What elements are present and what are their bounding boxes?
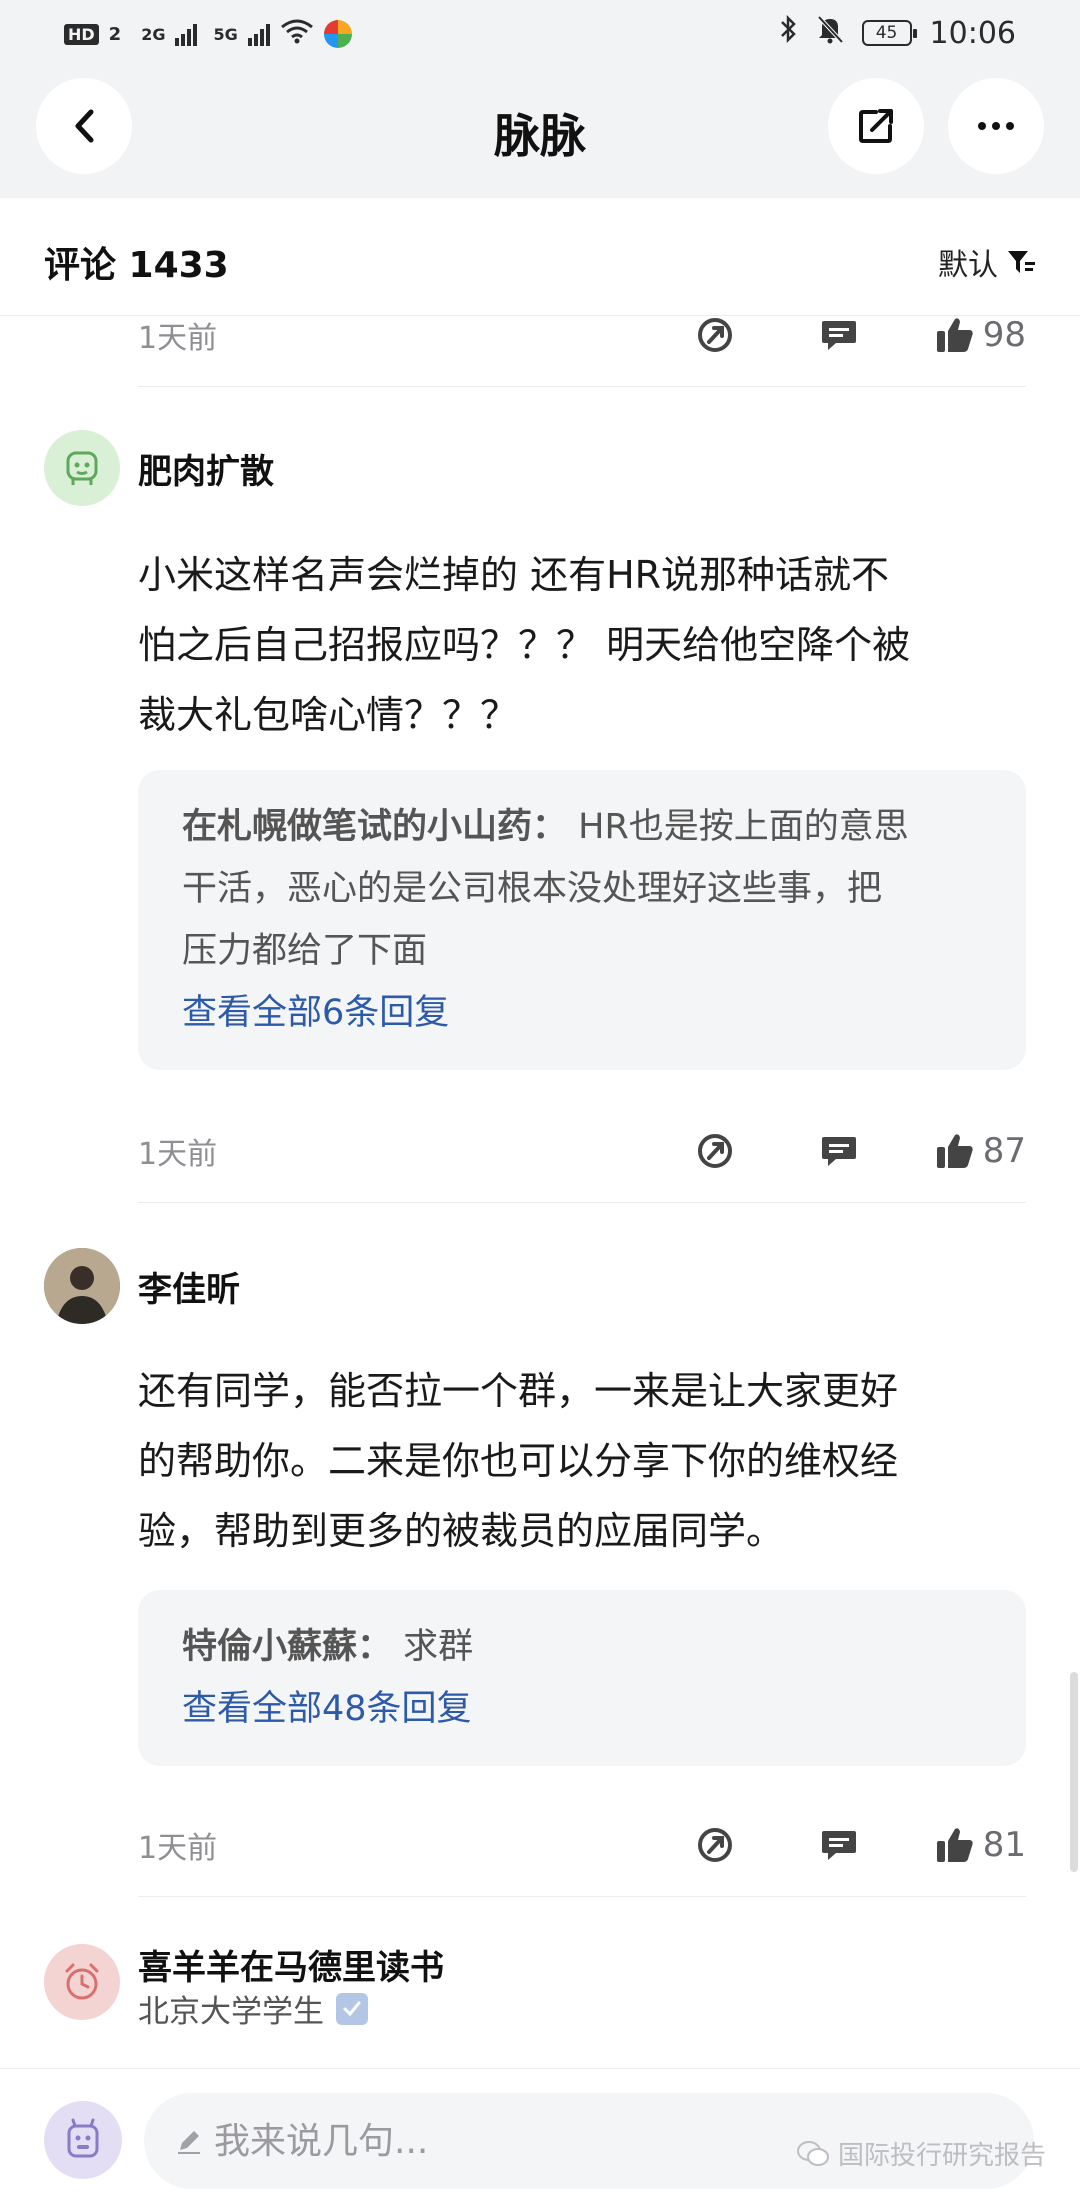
pencil-icon (178, 2131, 200, 2154)
reply-button[interactable] (817, 1823, 861, 1867)
status-bar: HD 2 2G 5G 45 10:06 (0, 0, 1080, 70)
author-affiliation: 北京大学学生 (138, 1994, 324, 2030)
reply-preview[interactable]: 在札幌做笔试的小山药： HR也是按上面的意思 干活，恶心的是公司根本没处理好这些… (138, 770, 1026, 1070)
avatar[interactable] (44, 1944, 120, 2020)
scrollbar[interactable] (1070, 1672, 1078, 1872)
signal-icon (175, 22, 198, 46)
reply-text: HR也是按上面的意思 (578, 807, 909, 847)
repost-icon (697, 1828, 732, 1862)
thumbs-up-icon (936, 1134, 973, 1168)
comment-bubble-icon (821, 321, 856, 350)
filter-icon (1008, 251, 1035, 273)
reply-button[interactable] (817, 313, 861, 357)
author-subtitle: 北京大学学生 (138, 1986, 368, 2031)
wifi-icon (280, 18, 314, 50)
sim-badge: 2 (108, 23, 122, 45)
repost-icon (697, 318, 732, 352)
bluetooth-icon (778, 14, 798, 52)
comment-time: 1天前 (138, 1137, 218, 1172)
reply-author: 在札幌做笔试的小山药： (182, 807, 568, 847)
net-label-2: 5G (213, 24, 238, 44)
battery-icon: 45 (861, 20, 917, 46)
reply-line: 干活，恶心的是公司根本没处理好这些事，把 (182, 869, 883, 909)
comment-input[interactable] (214, 2120, 714, 2162)
watermark-text: 国际投行研究报告 (837, 2141, 1046, 2171)
thumbs-up-icon (936, 1828, 973, 1862)
hd-badge: HD (64, 23, 99, 45)
sort-label: 默认 (938, 248, 998, 283)
like-button[interactable]: 98 (935, 315, 1026, 355)
reply-author: 特倫小蘇蘇： (182, 1627, 393, 1667)
net-label-1: 2G (141, 24, 166, 44)
comment-body: 还有同学，能否拉一个群，一来是让大家更好 的帮助你。二来是你也可以分享下你的维权… (138, 1356, 1028, 1566)
thumbs-up-icon (936, 318, 973, 352)
divider (138, 1202, 1026, 1203)
repost-button[interactable] (693, 1823, 737, 1867)
view-all-replies-link[interactable]: 查看全部48条回复 (182, 1678, 982, 1740)
watermark: 国际投行研究报告 (796, 2135, 1046, 2172)
repost-button[interactable] (693, 1129, 737, 1173)
comment-meta-row: 1天前 87 (138, 1126, 1026, 1176)
comment-count: 评论 1433 (44, 245, 229, 286)
avatar[interactable] (44, 1248, 120, 1324)
divider (138, 386, 1026, 387)
reply-preview[interactable]: 特倫小蘇蘇： 求群 查看全部48条回复 (138, 1590, 1026, 1766)
alarm-clock-icon (65, 1963, 99, 2000)
comment-meta-row: 1天前 98 (138, 310, 1026, 360)
share-button[interactable] (828, 78, 924, 174)
robot-face-icon (66, 451, 98, 485)
like-count: 98 (982, 315, 1026, 355)
user-photo-icon (44, 1248, 120, 1324)
reply-line: 特倫小蘇蘇： 求群 (182, 1616, 982, 1678)
comment-line: 小米这样名声会烂掉的 还有HR说那种话就不 (138, 553, 890, 597)
status-left: HD 2 2G 5G (64, 18, 352, 50)
comment-actions: 87 (613, 1129, 1026, 1173)
like-count: 81 (982, 1825, 1026, 1865)
wechat-icon (796, 2140, 829, 2166)
status-right: 45 10:06 (778, 14, 1016, 52)
comment-bubble-icon (821, 1831, 856, 1860)
repost-icon (697, 1134, 732, 1168)
verified-badge-icon (336, 1992, 368, 2025)
comment-actions: 98 (613, 313, 1026, 357)
comment-body: 小米这样名声会烂掉的 还有HR说那种话就不 怕之后自己招报应吗？？？ 明天给他空… (138, 540, 1028, 750)
more-options-button[interactable] (948, 78, 1044, 174)
comment-meta-row: 1天前 81 (138, 1820, 1026, 1870)
top-nav-bar: 脉脉 (0, 70, 1080, 198)
reply-line: 压力都给了下面 (182, 931, 428, 971)
comment-author[interactable]: 喜羊羊在马德里读书 (138, 1940, 444, 1989)
reply-button[interactable] (817, 1129, 861, 1173)
sort-selector[interactable]: 默认 (938, 240, 1036, 284)
repost-button[interactable] (693, 313, 737, 357)
my-avatar[interactable] (44, 2101, 122, 2179)
avatar[interactable] (44, 430, 120, 506)
comment-line: 怕之后自己招报应吗？？？ 明天给他空降个被 (138, 623, 911, 667)
mute-bell-icon (816, 14, 844, 52)
comment-author[interactable]: 肥肉扩散 (138, 444, 274, 493)
comment-line: 的帮助你。二来是你也可以分享下你的维权经 (138, 1439, 899, 1483)
comment-time: 1天前 (138, 321, 218, 356)
status-time: 10:06 (929, 15, 1016, 51)
comment-actions: 81 (613, 1823, 1026, 1867)
comment-time: 1天前 (138, 1831, 218, 1866)
comments-header: 评论 1433 默认 (0, 198, 1080, 316)
like-count: 87 (982, 1131, 1026, 1171)
robot-avatar-icon (67, 2118, 99, 2158)
like-button[interactable]: 87 (935, 1131, 1026, 1171)
comment-line: 裁大礼包啥心情？？？ (138, 693, 519, 737)
comment-input-bar: 国际投行研究报告 (0, 2068, 1080, 2204)
like-button[interactable]: 81 (935, 1825, 1026, 1865)
comment-line: 验，帮助到更多的被裁员的应届同学。 (138, 1509, 785, 1553)
view-all-replies-link[interactable]: 查看全部6条回复 (182, 982, 982, 1044)
share-icon (859, 109, 893, 143)
signal-icon (247, 22, 270, 46)
divider (138, 1896, 1026, 1897)
comment-author[interactable]: 李佳昕 (138, 1262, 240, 1311)
comment-line: 还有同学，能否拉一个群，一来是让大家更好 (138, 1369, 899, 1413)
more-dots-icon (978, 122, 1014, 130)
comment-bubble-icon (821, 1137, 856, 1166)
app-notification-icon (323, 20, 352, 48)
reply-line: 在札幌做笔试的小山药： HR也是按上面的意思 (182, 796, 982, 858)
reply-text: 求群 (403, 1627, 474, 1667)
